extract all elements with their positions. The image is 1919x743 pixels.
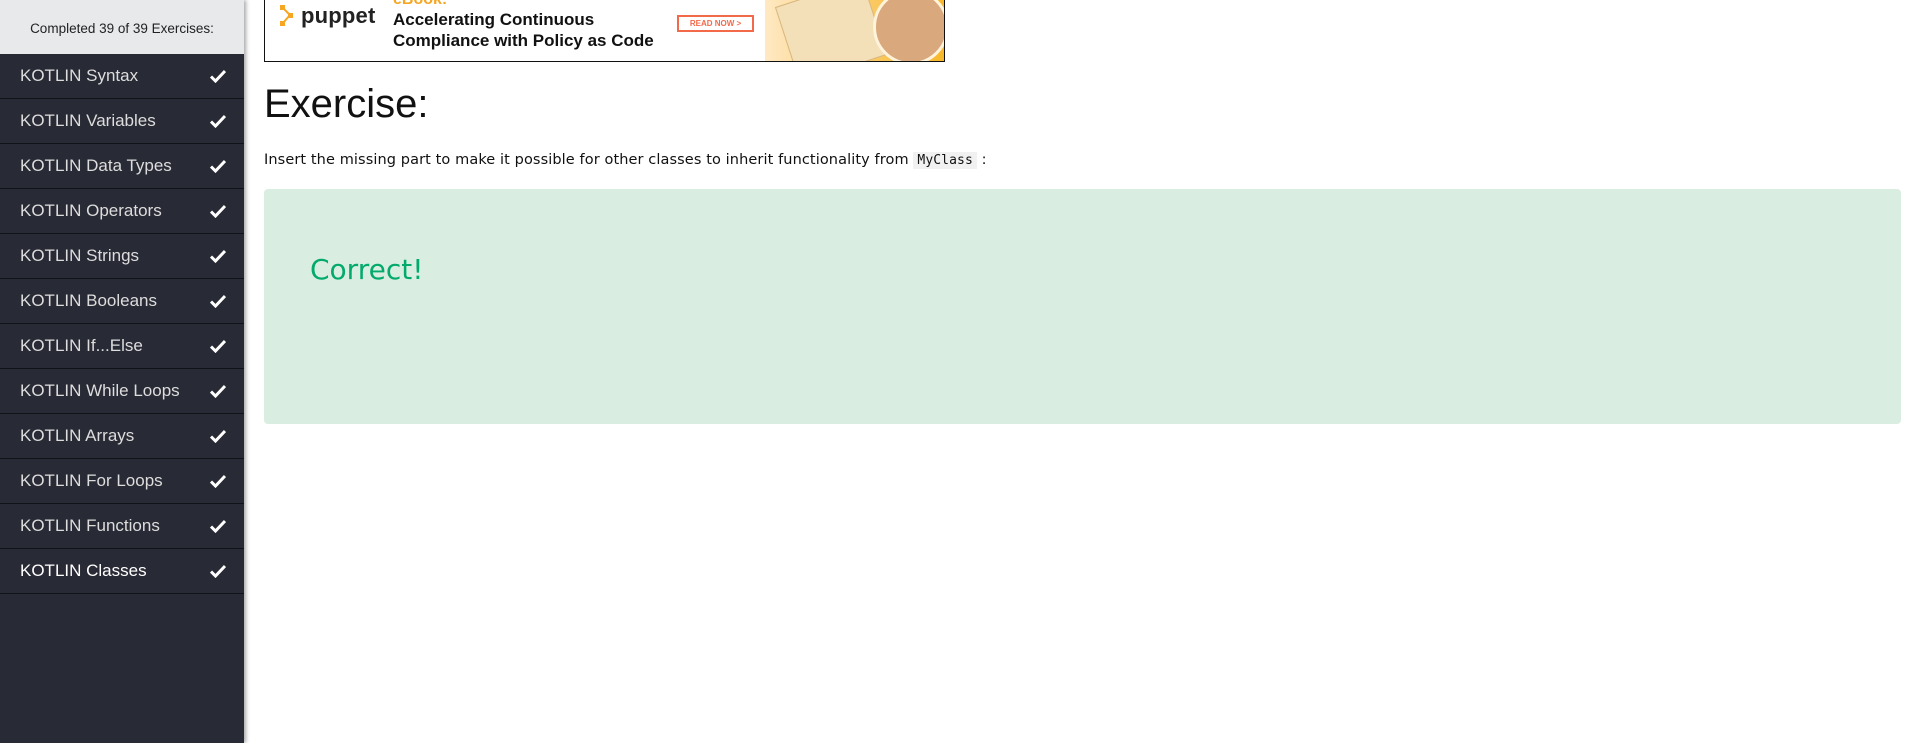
sidebar-item-label: KOTLIN Syntax xyxy=(20,66,139,85)
sidebar-item-label: KOTLIN Functions xyxy=(20,516,160,535)
sidebar-item-if-else[interactable]: KOTLIN If...Else xyxy=(0,324,244,369)
read-now-button[interactable]: READ NOW > xyxy=(677,15,754,32)
check-icon xyxy=(210,429,226,443)
check-icon xyxy=(210,204,226,218)
sidebar-item-while-loops[interactable]: KOTLIN While Loops xyxy=(0,369,244,414)
sidebar-item-syntax[interactable]: KOTLIN Syntax xyxy=(0,54,244,99)
ebook-cover-image xyxy=(774,0,888,61)
check-icon xyxy=(210,114,226,128)
sidebar-item-label: KOTLIN Operators xyxy=(20,201,162,220)
puppet-logo: puppet xyxy=(279,3,376,29)
sidebar-item-classes[interactable]: KOTLIN Classes xyxy=(0,549,244,594)
sidebar-item-label: KOTLIN Data Types xyxy=(20,156,172,175)
sidebar-item-label: KOTLIN Variables xyxy=(20,111,156,130)
instruction-text: Insert the missing part to make it possi… xyxy=(264,152,909,168)
sidebar-item-for-loops[interactable]: KOTLIN For Loops xyxy=(0,459,244,504)
sidebar-item-functions[interactable]: KOTLIN Functions xyxy=(0,504,244,549)
result-message: Correct! xyxy=(310,253,424,286)
exercise-instruction: Insert the missing part to make it possi… xyxy=(264,152,987,169)
banner-headline-line1: Accelerating Continuous xyxy=(393,10,595,29)
exercise-progress: Completed 39 of 39 Exercises: xyxy=(0,0,244,54)
check-icon xyxy=(210,564,226,578)
sidebar-item-booleans[interactable]: KOTLIN Booleans xyxy=(0,279,244,324)
sidebar-item-label: KOTLIN If...Else xyxy=(20,336,143,355)
sidebar-item-operators[interactable]: KOTLIN Operators xyxy=(0,189,244,234)
puppet-logo-icon xyxy=(280,5,293,26)
ad-banner[interactable]: puppet eBook: Accelerating Continuous Co… xyxy=(264,0,945,62)
sidebar-item-label: KOTLIN While Loops xyxy=(20,381,180,400)
chapter-list: KOTLIN Syntax KOTLIN Variables KOTLIN Da… xyxy=(0,54,244,594)
sidebar-item-label: KOTLIN For Loops xyxy=(20,471,163,490)
sidebar-item-arrays[interactable]: KOTLIN Arrays xyxy=(0,414,244,459)
sidebar-item-variables[interactable]: KOTLIN Variables xyxy=(0,99,244,144)
instruction-code: MyClass xyxy=(913,152,977,169)
result-panel: Correct! xyxy=(264,189,1901,424)
banner-eyebrow: eBook: xyxy=(393,0,447,9)
sidebar-item-label: KOTLIN Strings xyxy=(20,246,140,265)
banner-headline-line2: Compliance with Policy as Code xyxy=(393,31,654,50)
check-icon xyxy=(210,384,226,398)
check-icon xyxy=(210,159,226,173)
check-icon xyxy=(210,249,226,263)
check-icon xyxy=(210,69,226,83)
sidebar-item-label: KOTLIN Booleans xyxy=(20,291,158,310)
person-photo xyxy=(873,0,944,61)
check-icon xyxy=(210,519,226,533)
sidebar-item-strings[interactable]: KOTLIN Strings xyxy=(0,234,244,279)
sidebar: Completed 39 of 39 Exercises: KOTLIN Syn… xyxy=(0,0,244,743)
sidebar-item-label: KOTLIN Classes xyxy=(20,561,147,580)
page-title: Exercise: xyxy=(264,82,429,126)
check-icon xyxy=(210,339,226,353)
sidebar-item-data-types[interactable]: KOTLIN Data Types xyxy=(0,144,244,189)
instruction-suffix: : xyxy=(981,152,987,168)
sidebar-item-label: KOTLIN Arrays xyxy=(20,426,135,445)
check-icon xyxy=(210,474,226,488)
brand-name: puppet xyxy=(301,3,376,28)
check-icon xyxy=(210,294,226,308)
banner-headline: Accelerating Continuous Compliance with … xyxy=(393,9,654,51)
